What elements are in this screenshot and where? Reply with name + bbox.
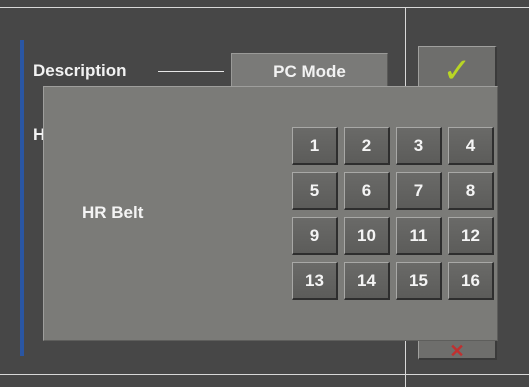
key-7[interactable]: 7 xyxy=(396,172,442,210)
key-8[interactable]: 8 xyxy=(448,172,494,210)
key-9[interactable]: 9 xyxy=(292,217,338,255)
key-12[interactable]: 12 xyxy=(448,217,494,255)
description-label: Description xyxy=(33,61,127,80)
key-10[interactable]: 10 xyxy=(344,217,390,255)
accent-bar xyxy=(20,40,24,356)
x-icon: ✕ xyxy=(449,341,465,361)
check-icon: ✓ xyxy=(442,51,472,91)
mode-field[interactable]: PC Mode xyxy=(231,53,388,89)
key-6[interactable]: 6 xyxy=(344,172,390,210)
key-11[interactable]: 11 xyxy=(396,217,442,255)
description-divider xyxy=(158,71,224,72)
key-2[interactable]: 2 xyxy=(344,127,390,165)
top-border xyxy=(0,7,529,8)
dialog-label: HR Belt xyxy=(82,203,144,222)
hr-belt-dialog: HR Belt 1 2 3 4 5 6 7 8 9 10 11 12 13 14… xyxy=(43,86,498,341)
key-16[interactable]: 16 xyxy=(448,262,494,300)
belt-keypad: 1 2 3 4 5 6 7 8 9 10 11 12 13 14 15 16 xyxy=(292,127,494,300)
key-1[interactable]: 1 xyxy=(292,127,338,165)
key-4[interactable]: 4 xyxy=(448,127,494,165)
key-3[interactable]: 3 xyxy=(396,127,442,165)
key-15[interactable]: 15 xyxy=(396,262,442,300)
key-14[interactable]: 14 xyxy=(344,262,390,300)
key-13[interactable]: 13 xyxy=(292,262,338,300)
key-5[interactable]: 5 xyxy=(292,172,338,210)
bottom-border xyxy=(0,374,529,375)
